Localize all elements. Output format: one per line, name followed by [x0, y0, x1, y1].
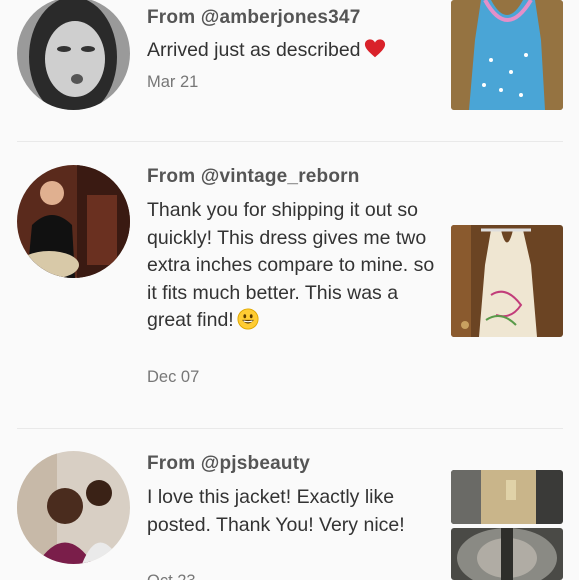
avatar-photo [17, 165, 130, 278]
reviewer-name[interactable]: From @amberjones347 [147, 7, 360, 29]
review-message: Thank you for shipping it out so quickly… [147, 197, 437, 335]
item-photo [451, 528, 563, 580]
divider [17, 428, 563, 429]
heart-icon [364, 38, 386, 60]
item-thumbnail[interactable] [451, 470, 563, 524]
avatar[interactable] [17, 0, 130, 110]
item-photo [451, 0, 563, 110]
grinning-face-icon [237, 308, 259, 330]
item-thumbnail[interactable] [451, 528, 563, 580]
review-text: I love this jacket! Exactly like posted.… [147, 486, 405, 536]
avatar[interactable] [17, 165, 130, 278]
item-thumbnail[interactable] [451, 225, 563, 337]
reviewer-name[interactable]: From @vintage_reborn [147, 166, 360, 188]
review-date: Oct 23 [147, 572, 196, 580]
reviewer-name[interactable]: From @pjsbeauty [147, 453, 310, 475]
review-text: Arrived just as described [147, 39, 361, 61]
review-date: Mar 21 [147, 73, 199, 91]
item-thumbnail[interactable] [451, 0, 563, 110]
item-photo [451, 225, 563, 337]
review-message: I love this jacket! Exactly like posted.… [147, 484, 437, 539]
avatar-photo [17, 0, 130, 110]
avatar-photo [17, 451, 130, 564]
divider [17, 141, 563, 142]
review-text: Thank you for shipping it out so quickly… [147, 199, 435, 331]
review-date: Dec 07 [147, 368, 200, 386]
avatar[interactable] [17, 451, 130, 564]
review-message: Arrived just as described [147, 37, 437, 65]
item-photo [451, 470, 563, 524]
